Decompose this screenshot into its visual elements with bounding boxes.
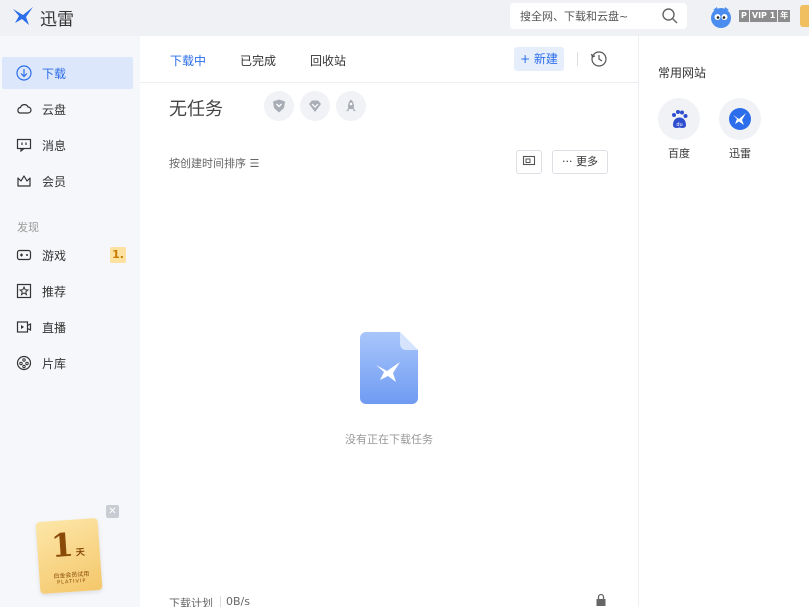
avatar[interactable] [709, 5, 733, 29]
star-icon [14, 281, 34, 301]
sidebar-item-label: 推荐 [42, 284, 67, 299]
promo-close-button[interactable]: ✕ [106, 505, 119, 518]
app-title: 迅雷 [40, 10, 74, 30]
sidebar-item-message[interactable]: 消息 [2, 129, 133, 161]
download-icon [14, 63, 34, 83]
platinum-trial-promo[interactable]: 1 天 白金会员试用 PLATIVIP [35, 517, 103, 595]
sidebar-item-film-library[interactable]: 片库 [2, 347, 133, 379]
download-panel: 下载中 已完成 回收站 + 新建 无任务 按创建时间排序 ☰ ··· 更多 没有… [140, 36, 638, 607]
xunlei-icon [719, 98, 761, 140]
site-label: 百度 [668, 147, 690, 160]
tab-completed[interactable]: 已完成 [240, 52, 276, 69]
sidebar-item-cloud[interactable]: 云盘 [2, 93, 133, 125]
vip-badge-year: 年 [778, 10, 791, 22]
common-sites-panel: 常用网站 du 百度 迅雷 [638, 36, 809, 607]
baidu-icon: du [658, 98, 700, 140]
search-icon[interactable] [661, 7, 679, 28]
sidebar-item-live[interactable]: 直播 [2, 311, 133, 343]
crown-icon [14, 171, 34, 191]
sidebar-item-games[interactable]: 游戏 1. [2, 239, 133, 271]
search-box[interactable] [510, 3, 687, 29]
app-logo[interactable]: 迅雷 [12, 5, 74, 30]
view-mode-button[interactable] [516, 150, 542, 174]
sidebar-item-label: 片库 [42, 356, 67, 371]
empty-download-icon [360, 332, 418, 407]
vip-badge-p: P [739, 10, 749, 22]
gold-member-button[interactable] [800, 5, 809, 27]
vip-badge[interactable]: P VIP 1 年 [739, 10, 791, 22]
sidebar-item-label: 消息 [42, 138, 67, 153]
site-baidu[interactable]: du 百度 [658, 98, 700, 161]
sidebar-item-download[interactable]: 下载 [2, 57, 133, 89]
title-bar: 迅雷 P VIP 1 年 [0, 0, 809, 36]
common-sites-title: 常用网站 [658, 66, 707, 80]
gamepad-icon [14, 245, 34, 265]
download-plan-link[interactable]: 下载计划 [169, 595, 213, 607]
window-icon [522, 154, 536, 171]
history-icon[interactable] [590, 50, 608, 71]
new-task-button[interactable]: + 新建 [514, 47, 564, 71]
sidebar-item-label: 直播 [42, 320, 67, 335]
xunlei-logo-icon [12, 6, 34, 29]
privilege-diamond-icon[interactable] [300, 91, 330, 121]
site-label: 迅雷 [729, 147, 751, 160]
promo-unit: 天 [75, 547, 86, 559]
more-button[interactable]: ··· 更多 [552, 150, 608, 174]
game-badge: 1. [110, 247, 126, 263]
sidebar-item-recommend[interactable]: 推荐 [2, 275, 133, 307]
privilege-shield-icon[interactable] [264, 91, 294, 121]
live-icon [14, 317, 34, 337]
sidebar: 下载 云盘 消息 会员 发现 游戏 1. 推荐 直播 片库 ✕ 1 天 白金会员… [0, 36, 140, 607]
sidebar-item-label: 云盘 [42, 102, 67, 117]
sidebar-item-label: 游戏 [42, 248, 67, 263]
svg-text:du: du [676, 122, 682, 128]
privilege-rocket-icon[interactable] [336, 91, 366, 121]
sidebar-item-label: 会员 [42, 174, 67, 189]
discover-section-title: 发现 [17, 221, 39, 234]
search-input[interactable] [510, 3, 650, 29]
cloud-icon [14, 99, 34, 119]
empty-state-text: 没有正在下载任务 [345, 433, 433, 446]
vip-badge-level: VIP 1 [749, 10, 778, 22]
sidebar-item-member[interactable]: 会员 [2, 165, 133, 197]
site-xunlei[interactable]: 迅雷 [719, 98, 761, 161]
promo-number: 1 [49, 525, 75, 566]
message-icon [14, 135, 34, 155]
lock-icon[interactable] [594, 593, 608, 607]
sort-by-created-time[interactable]: 按创建时间排序 ☰ [169, 155, 259, 171]
page-title: 无任务 [169, 99, 223, 120]
footer-divider [220, 596, 221, 607]
tab-recycle-bin[interactable]: 回收站 [310, 52, 346, 69]
sidebar-item-label: 下载 [42, 66, 67, 81]
film-icon [14, 353, 34, 373]
tab-divider [140, 82, 638, 83]
tab-downloading[interactable]: 下载中 [170, 52, 206, 69]
toolbar-divider [577, 52, 578, 66]
download-speed: 0B/s [226, 595, 250, 607]
